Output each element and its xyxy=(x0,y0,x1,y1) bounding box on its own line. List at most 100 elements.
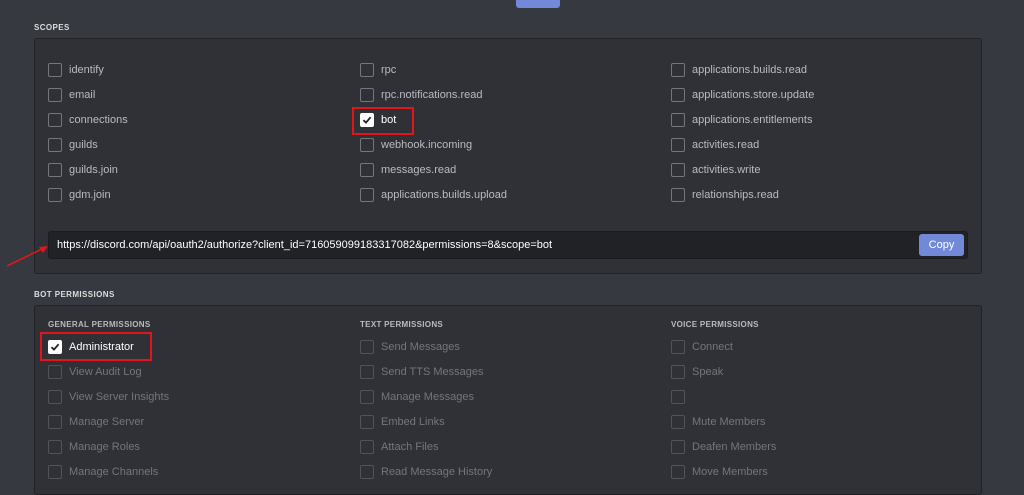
scope-checkbox-messages-read[interactable]: messages.read xyxy=(360,160,456,180)
permission-checkbox-send-messages: Send Messages xyxy=(360,337,460,357)
scope-checkbox-guilds[interactable]: guilds xyxy=(48,135,98,155)
text-permissions-heading: TEXT PERMISSIONS xyxy=(360,320,444,329)
checkbox-label: guilds xyxy=(69,139,98,151)
checkbox-icon xyxy=(360,440,374,454)
checkbox-icon[interactable] xyxy=(360,188,374,202)
scope-checkbox-applications-store-update[interactable]: applications.store.update xyxy=(671,85,814,105)
checkbox-icon[interactable] xyxy=(48,88,62,102)
checkbox-label: View Server Insights xyxy=(69,391,170,403)
permission-checkbox-move-members: Move Members xyxy=(671,462,768,482)
permission-checkbox-empty xyxy=(671,387,692,407)
checkbox-label: connections xyxy=(69,114,128,126)
checkbox-label: activities.write xyxy=(692,164,761,176)
generated-url-text: https://discord.com/api/oauth2/authorize… xyxy=(57,239,553,251)
checkbox-icon xyxy=(48,390,62,404)
permission-checkbox-speak: Speak xyxy=(671,362,723,382)
scope-checkbox-rpc-notifications-read[interactable]: rpc.notifications.read xyxy=(360,85,483,105)
checkbox-label: Attach Files xyxy=(381,441,439,453)
checkbox-icon xyxy=(360,465,374,479)
scope-checkbox-connections[interactable]: connections xyxy=(48,110,128,130)
scope-checkbox-applications-builds-upload[interactable]: applications.builds.upload xyxy=(360,185,507,205)
checkbox-label: rpc xyxy=(381,64,397,76)
checkbox-icon[interactable] xyxy=(48,188,62,202)
checkbox-icon xyxy=(671,365,685,379)
checkbox-icon xyxy=(48,415,62,429)
permission-checkbox-attach-files: Attach Files xyxy=(360,437,438,457)
bot-permissions-title: BOT PERMISSIONS xyxy=(34,290,115,299)
generated-url-field[interactable]: https://discord.com/api/oauth2/authorize… xyxy=(48,231,968,259)
checkbox-label: View Audit Log xyxy=(69,366,142,378)
scope-checkbox-rpc[interactable]: rpc xyxy=(360,60,396,80)
checkbox-label: Speak xyxy=(692,366,724,378)
checkbox-label: Mute Members xyxy=(692,416,766,428)
permission-checkbox-view-audit-log: View Audit Log xyxy=(48,362,142,382)
checkbox-icon xyxy=(360,390,374,404)
scope-checkbox-relationships-read[interactable]: relationships.read xyxy=(671,185,779,205)
checkbox-label: messages.read xyxy=(381,164,457,176)
checkbox-icon[interactable] xyxy=(48,113,62,127)
permission-checkbox-embed-links: Embed Links xyxy=(360,412,445,432)
checkbox-icon[interactable] xyxy=(360,163,374,177)
checkbox-icon[interactable] xyxy=(671,163,685,177)
top-copy-button[interactable] xyxy=(516,0,560,8)
checkbox-label: Move Members xyxy=(692,466,768,478)
checkbox-icon xyxy=(360,365,374,379)
permission-checkbox-manage-roles: Manage Roles xyxy=(48,437,140,457)
permission-checkbox-manage-server: Manage Server xyxy=(48,412,144,432)
permission-checkbox-manage-messages: Manage Messages xyxy=(360,387,474,407)
checkbox-icon[interactable] xyxy=(48,163,62,177)
checkbox-icon[interactable] xyxy=(671,63,685,77)
checkbox-label: applications.store.update xyxy=(692,89,815,101)
administrator-highlight-box xyxy=(40,332,152,361)
checkbox-label: applications.builds.read xyxy=(692,64,807,76)
checkbox-label: gdm.join xyxy=(69,189,111,201)
scope-checkbox-applications-builds-read[interactable]: applications.builds.read xyxy=(671,60,807,80)
bot-permissions-panel xyxy=(34,305,982,495)
checkbox-icon[interactable] xyxy=(360,138,374,152)
bot-highlight-box xyxy=(352,107,414,135)
checkbox-label: guilds.join xyxy=(69,164,118,176)
checkbox-label: Manage Channels xyxy=(69,466,159,478)
checkbox-label: Read Message History xyxy=(381,466,493,478)
scopes-title: SCOPES xyxy=(34,23,70,32)
checkbox-label: applications.entitlements xyxy=(692,114,813,126)
checkbox-label: Manage Roles xyxy=(69,441,140,453)
checkbox-label: Send TTS Messages xyxy=(381,366,484,378)
arrow-icon xyxy=(6,246,48,267)
checkbox-label: Send Messages xyxy=(381,341,460,353)
checkbox-label: identify xyxy=(69,64,104,76)
checkbox-icon[interactable] xyxy=(48,138,62,152)
checkbox-icon[interactable] xyxy=(671,113,685,127)
permission-checkbox-manage-channels: Manage Channels xyxy=(48,462,158,482)
checkbox-label: applications.builds.upload xyxy=(381,189,507,201)
scope-checkbox-identify[interactable]: identify xyxy=(48,60,104,80)
checkbox-icon xyxy=(48,440,62,454)
checkbox-label: webhook.incoming xyxy=(381,139,473,151)
checkbox-label: Connect xyxy=(692,341,733,353)
checkbox-label: activities.read xyxy=(692,139,760,151)
scope-checkbox-webhook-incoming[interactable]: webhook.incoming xyxy=(360,135,472,155)
copy-button[interactable]: Copy xyxy=(919,234,964,256)
checkbox-icon[interactable] xyxy=(360,63,374,77)
checkbox-icon xyxy=(671,340,685,354)
permission-checkbox-connect: Connect xyxy=(671,337,733,357)
checkbox-icon[interactable] xyxy=(671,88,685,102)
checkbox-icon xyxy=(671,415,685,429)
scope-checkbox-applications-entitlements[interactable]: applications.entitlements xyxy=(671,110,812,130)
checkbox-icon[interactable] xyxy=(671,138,685,152)
checkbox-icon[interactable] xyxy=(48,63,62,77)
checkbox-label: Deafen Members xyxy=(692,441,777,453)
checkbox-label: Manage Messages xyxy=(381,391,474,403)
scope-checkbox-email[interactable]: email xyxy=(48,85,95,105)
scope-checkbox-guilds-join[interactable]: guilds.join xyxy=(48,160,118,180)
scope-checkbox-gdm-join[interactable]: gdm.join xyxy=(48,185,111,205)
permission-checkbox-deafen-members: Deafen Members xyxy=(671,437,776,457)
permission-checkbox-view-server-insights: View Server Insights xyxy=(48,387,169,407)
checkbox-icon[interactable] xyxy=(671,188,685,202)
scope-checkbox-activities-read[interactable]: activities.read xyxy=(671,135,759,155)
checkbox-icon xyxy=(360,415,374,429)
general-permissions-heading: GENERAL PERMISSIONS xyxy=(48,320,151,329)
checkbox-label: rpc.notifications.read xyxy=(381,89,483,101)
scope-checkbox-activities-write[interactable]: activities.write xyxy=(671,160,760,180)
checkbox-icon[interactable] xyxy=(360,88,374,102)
